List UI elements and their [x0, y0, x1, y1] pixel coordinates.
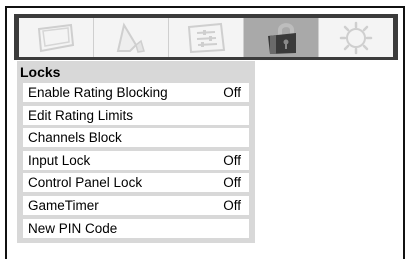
menu-item-label: Enable Rating Blocking — [28, 85, 168, 100]
locks-menu-list: Enable Rating Blocking Off Edit Rating L… — [23, 83, 249, 241]
menu-item-label: Control Panel Lock — [28, 175, 143, 191]
sound-icon — [116, 21, 145, 53]
menu-item-channels-block[interactable]: Channels Block — [23, 128, 249, 148]
tab-picture[interactable] — [19, 18, 94, 57]
menu-item-edit-rating-limits[interactable]: Edit Rating Limits — [23, 105, 249, 125]
tab-locks[interactable] — [244, 18, 319, 57]
menu-item-label: New PIN Code — [28, 220, 118, 236]
preferences-sun-icon — [339, 21, 373, 54]
menu-tab-bar — [14, 14, 398, 60]
menu-title: Locks — [20, 64, 61, 80]
setup-icon — [187, 22, 226, 53]
menu-item-value: Off — [223, 85, 241, 100]
tab-setup[interactable] — [169, 18, 244, 57]
menu-item-label: Input Lock — [28, 152, 91, 168]
tab-preferences[interactable] — [319, 18, 393, 57]
menu-item-gametimer[interactable]: GameTimer Off — [23, 195, 249, 215]
locks-menu-panel: Locks Enable Rating Blocking Off Edit Ra… — [17, 61, 255, 243]
menu-item-label: Channels Block — [28, 130, 122, 146]
menu-item-value: Off — [223, 175, 241, 191]
menu-item-enable-rating-blocking[interactable]: Enable Rating Blocking Off — [23, 83, 249, 102]
menu-item-value: Off — [223, 152, 241, 168]
menu-item-value: Off — [223, 197, 241, 213]
tab-sound[interactable] — [94, 18, 169, 57]
menu-item-new-pin-code[interactable]: New PIN Code — [23, 218, 249, 238]
menu-item-label: Edit Rating Limits — [28, 107, 134, 123]
menu-item-input-lock[interactable]: Input Lock Off — [23, 150, 249, 170]
lock-icon — [268, 22, 296, 54]
menu-item-control-panel-lock[interactable]: Control Panel Lock Off — [23, 173, 249, 193]
menu-item-label: GameTimer — [28, 197, 99, 213]
picture-icon — [37, 23, 75, 52]
